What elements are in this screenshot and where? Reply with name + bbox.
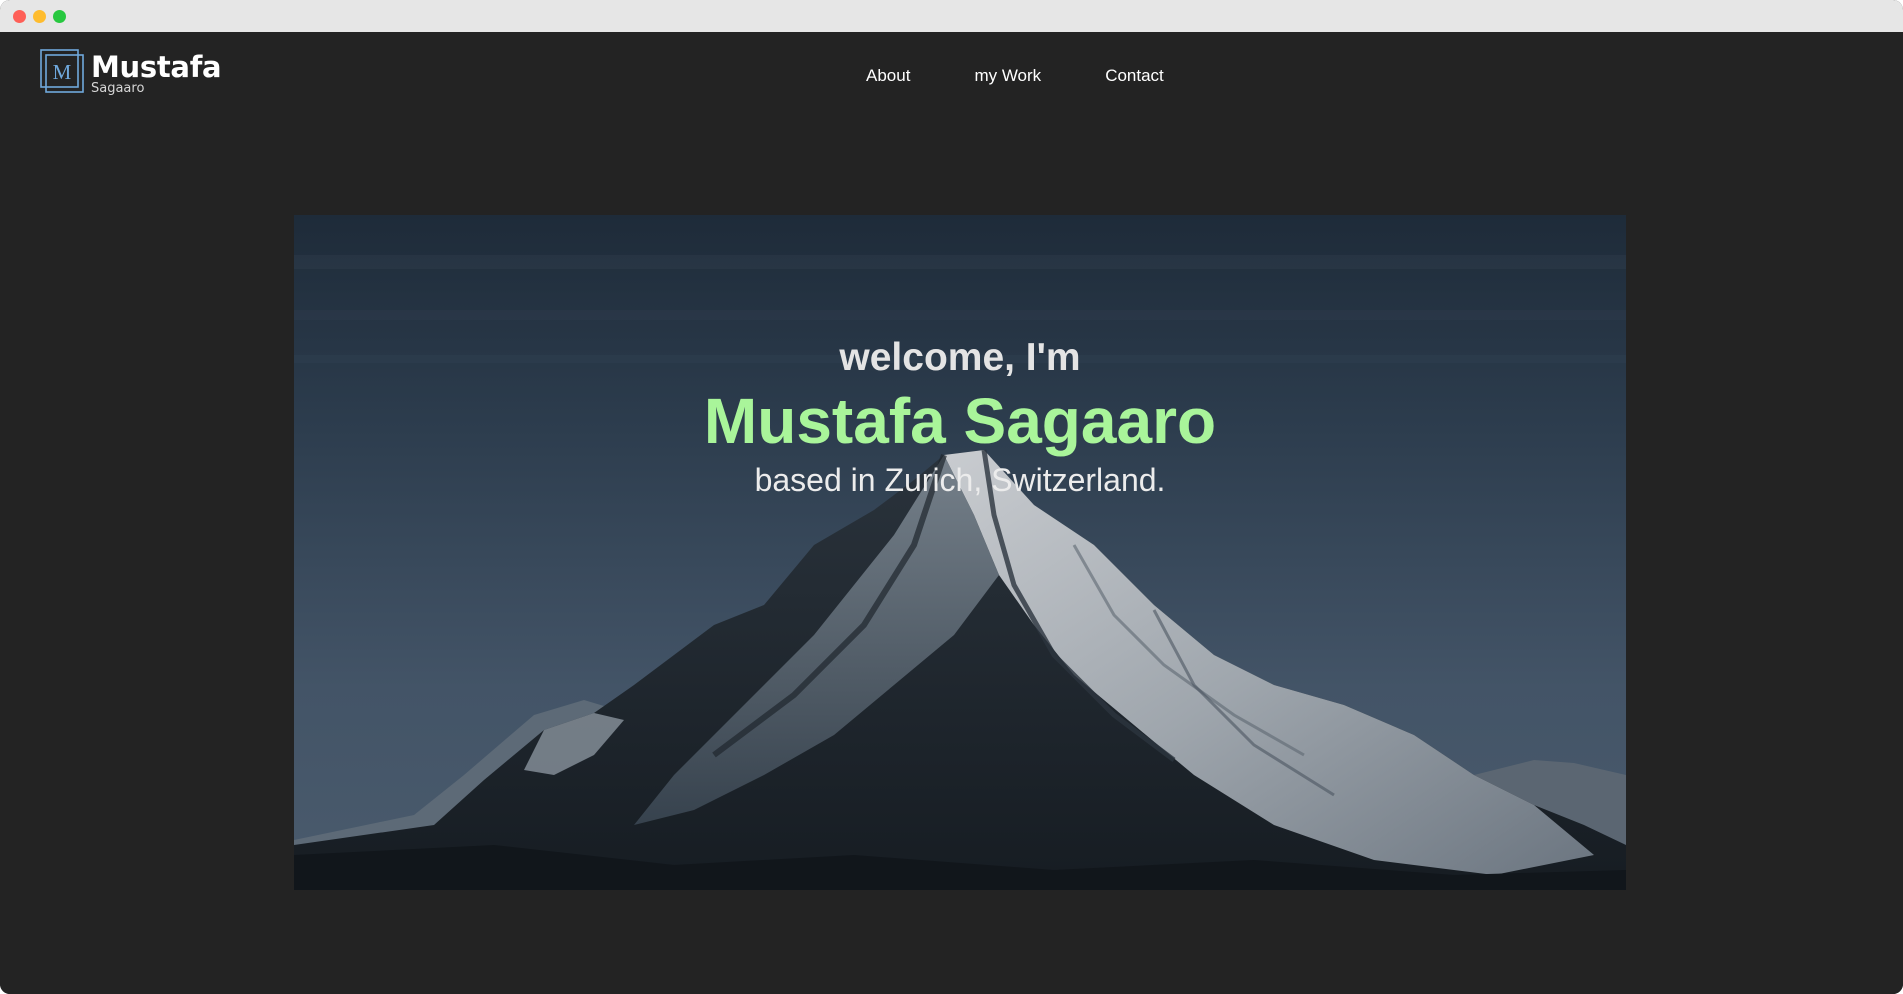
- logo-mark-icon: M: [40, 49, 84, 93]
- page: M Mustafa Sagaaro About my Work Contact: [0, 32, 1903, 994]
- logo-subtitle: Sagaaro: [91, 81, 145, 96]
- mountain-background-image: [294, 215, 1626, 890]
- browser-window: M Mustafa Sagaaro About my Work Contact: [0, 0, 1903, 994]
- hero-banner: welcome, I'm Mustafa Sagaaro based in Zu…: [294, 215, 1626, 890]
- maximize-window-button[interactable]: [53, 10, 66, 23]
- nav-link-about[interactable]: About: [866, 66, 910, 86]
- logo-mark-letter: M: [53, 60, 72, 84]
- window-titlebar: [0, 0, 1903, 32]
- main-nav: About my Work Contact: [866, 66, 1164, 86]
- logo-title: Mustafa: [91, 50, 222, 84]
- minimize-window-button[interactable]: [33, 10, 46, 23]
- nav-link-contact[interactable]: Contact: [1105, 66, 1164, 86]
- nav-link-my-work[interactable]: my Work: [974, 66, 1041, 86]
- hero-welcome: welcome, I'm: [839, 336, 1081, 379]
- hero-location: based in Zurich, Switzerland.: [754, 462, 1166, 498]
- hero-name: Mustafa Sagaaro: [703, 385, 1217, 457]
- close-window-button[interactable]: [13, 10, 26, 23]
